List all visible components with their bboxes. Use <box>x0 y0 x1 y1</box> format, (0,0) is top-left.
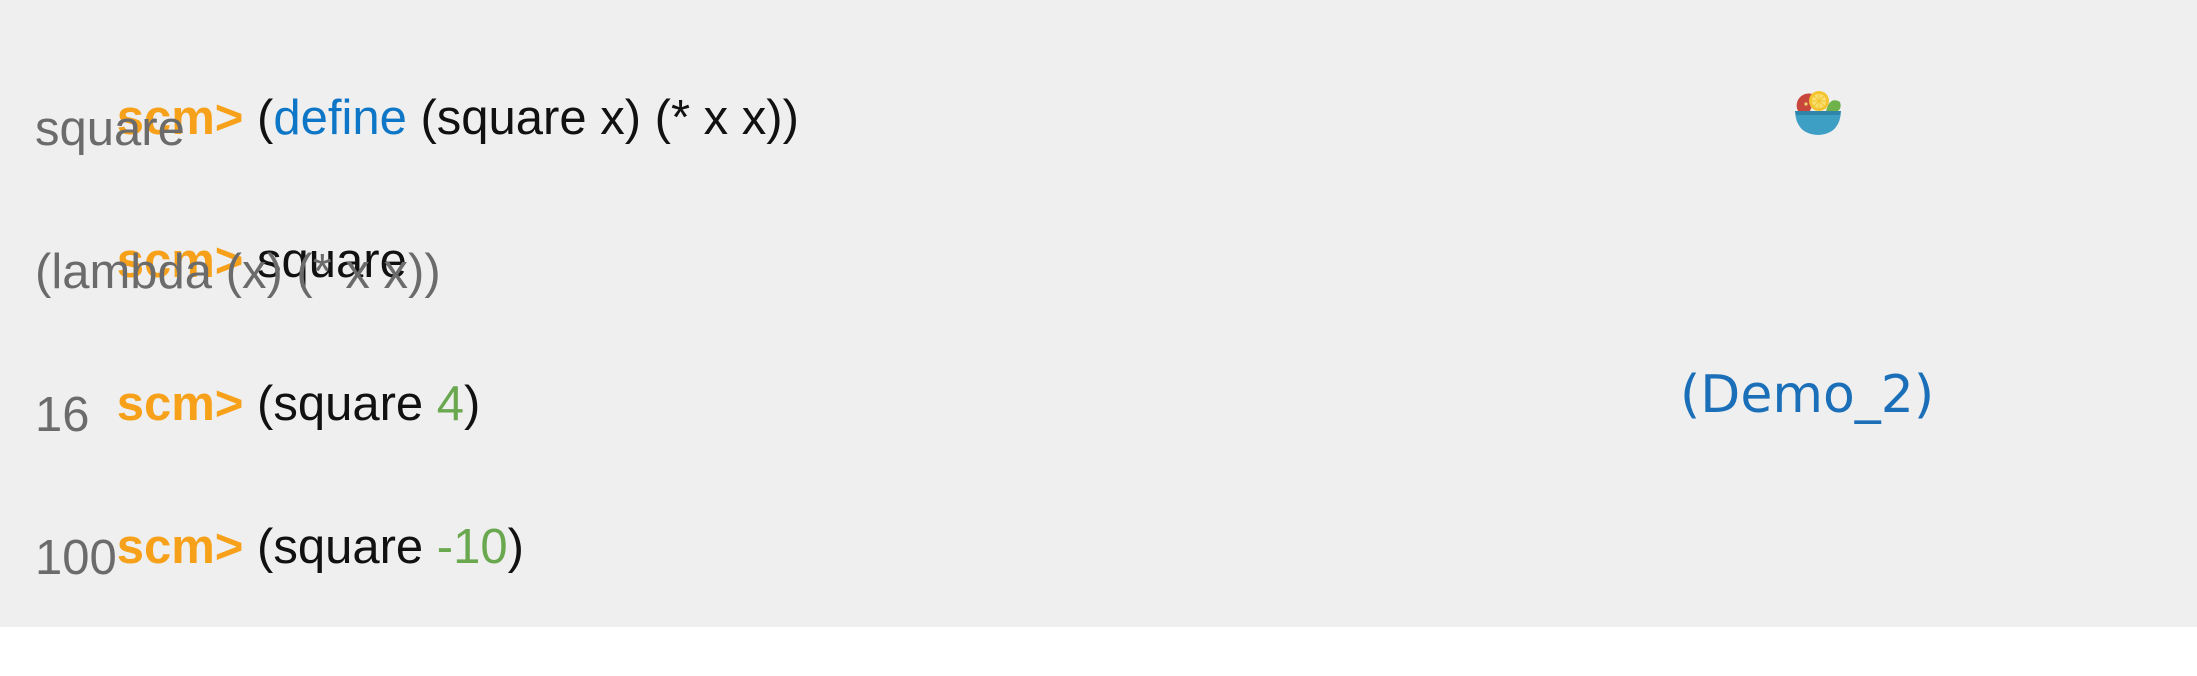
demo-link[interactable]: (Demo_2) <box>1680 360 1934 430</box>
repl-output-line: 16 <box>35 388 90 442</box>
repl-panel: scm> (define (square x) (* x x)) square … <box>0 0 2197 627</box>
repl-input-line: scm> (square -10) <box>35 457 524 574</box>
repl-input-line: scm> (define (square x) (* x x)) <box>35 28 799 145</box>
repl-prompt: scm> <box>116 520 244 574</box>
salad-bowl-icon <box>1790 84 1846 140</box>
expression-before: (square <box>257 377 437 431</box>
repl-prompt: scm> <box>116 377 244 431</box>
repl-input-line: scm> (square 4) <box>35 314 481 431</box>
number-literal: -10 <box>436 520 508 574</box>
expression-before: (square <box>257 520 437 574</box>
repl-input-line: scm> square <box>35 171 407 288</box>
paren-open: ( <box>257 91 274 145</box>
expression-after: ) <box>507 520 524 574</box>
number-literal: 4 <box>436 377 465 431</box>
expression-after: ) <box>464 377 481 431</box>
repl-output-line: 100 <box>35 531 117 585</box>
expression-rest: (square x) (* x x)) <box>406 91 799 145</box>
keyword-define: define <box>273 91 407 145</box>
repl-output-line: (lambda (x) (* x x)) <box>35 245 441 299</box>
repl-output-line: square <box>35 102 185 156</box>
